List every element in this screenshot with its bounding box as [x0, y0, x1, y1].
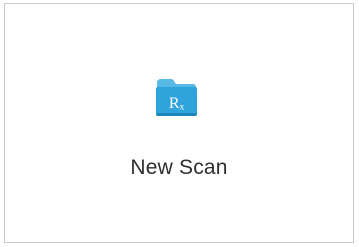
new-scan-button[interactable]: Rₓ New Scan: [4, 3, 354, 243]
rx-folder-icon: Rₓ: [155, 77, 198, 117]
new-scan-label: New Scan: [130, 156, 228, 179]
rx-glyph: Rₓ: [169, 95, 185, 112]
